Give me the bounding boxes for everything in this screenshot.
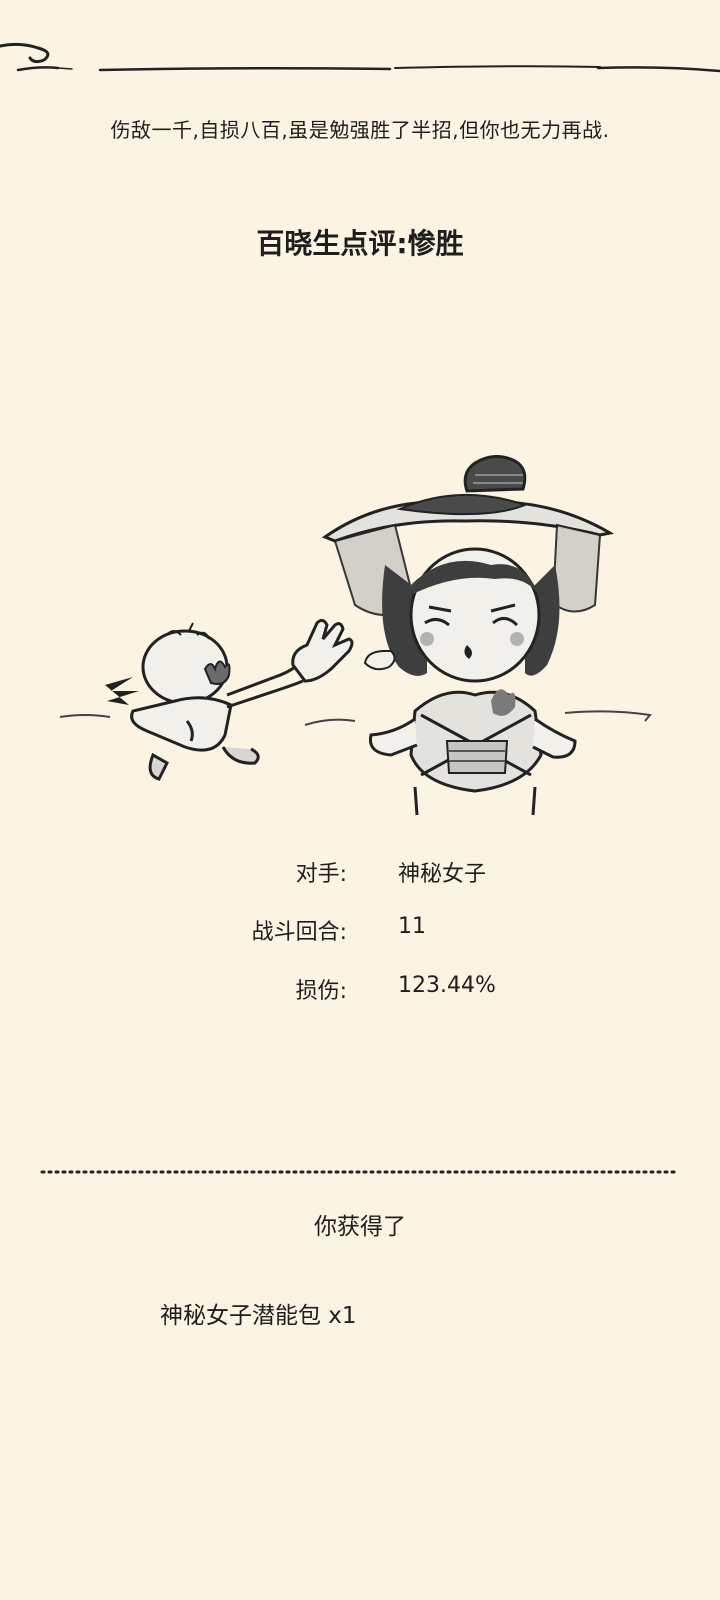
damage-value: 123.44%	[398, 973, 496, 998]
stat-row-damage: 损伤: 123.44%	[0, 973, 720, 1007]
knocked-character	[105, 618, 354, 781]
reward-heading: 你获得了	[314, 1214, 406, 1240]
opponent-value: 神秘女子	[398, 862, 487, 887]
mysterious-woman-character	[321, 455, 615, 816]
dotted-divider	[40, 1170, 680, 1174]
brush-top-border	[0, 42, 720, 73]
rounds-value: 11	[398, 914, 426, 939]
opponent-label: 对手:	[295, 862, 347, 887]
battle-narration: 伤敌一千,自损八百,虽是勉强胜了半招,但你也无力再战.	[110, 118, 610, 142]
battle-illustration	[59, 455, 652, 816]
battle-rating: 百晓生点评:惨胜	[256, 227, 464, 260]
stat-row-opponent: 对手: 神秘女子	[0, 856, 720, 890]
reward-item[interactable]: 神秘女子潜能包 x1	[160, 1296, 357, 1330]
stat-row-rounds: 战斗回合: 11	[0, 914, 720, 948]
damage-label: 损伤:	[295, 979, 347, 1004]
rounds-label: 战斗回合:	[251, 920, 347, 945]
